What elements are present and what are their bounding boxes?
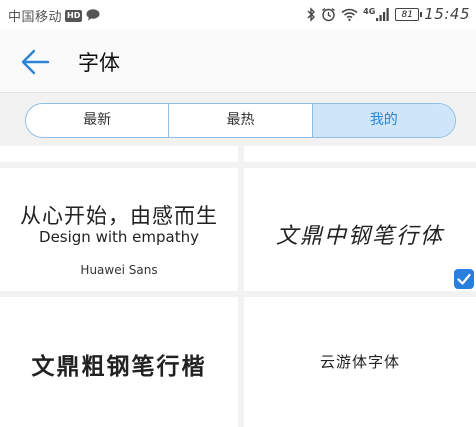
status-bar: 中国移动 HD 4G 81 15:45 — [0, 0, 476, 30]
alarm-icon — [321, 7, 336, 22]
status-right: 4G 81 15:45 — [307, 5, 470, 23]
tab-newest[interactable]: 最新 — [26, 104, 170, 137]
wifi-icon — [341, 8, 358, 21]
font-preview: 文鼎中钢笔行体 — [275, 224, 444, 249]
font-name: Huawei Sans — [80, 263, 158, 277]
font-preview: 文鼎粗钢笔行楷 — [31, 353, 207, 380]
bluetooth-icon — [307, 6, 316, 22]
back-button[interactable] — [20, 48, 52, 76]
app-header: 字体 — [0, 30, 476, 93]
page-title: 字体 — [78, 51, 120, 75]
arrow-left-icon — [21, 49, 50, 75]
tab-popular[interactable]: 最热 — [169, 104, 313, 137]
tab-bar: 最新 最热 我的 — [25, 103, 456, 138]
font-card-partial[interactable] — [244, 146, 476, 162]
clock: 15:45 — [424, 5, 470, 23]
carrier-label: 中国移动 — [8, 10, 63, 25]
checkmark-icon — [457, 273, 471, 285]
font-card-wending-zhong-gangbi[interactable]: 文鼎中钢笔行体 — [244, 168, 476, 291]
font-card-partial[interactable] — [0, 146, 238, 162]
font-preview-line2: Design with empathy — [39, 228, 199, 246]
signal-icon — [376, 7, 390, 21]
font-preview: 云游体字体 — [319, 353, 400, 371]
tab-mine[interactable]: 我的 — [312, 104, 455, 137]
hd-badge: HD — [65, 9, 83, 22]
font-card-huawei-sans[interactable]: 从心开始，由感而生 Design with empathy Huawei San… — [0, 168, 238, 291]
chat-icon — [85, 6, 100, 25]
network-type-label: 4G — [363, 6, 376, 16]
font-card-wending-cu-gangbi[interactable]: 文鼎粗钢笔行楷 — [0, 297, 238, 427]
font-preview-line1: 从心开始，由感而生 — [20, 204, 218, 228]
font-card-yunyou[interactable]: 云游体字体 — [244, 297, 476, 427]
selected-checkbox[interactable] — [454, 269, 474, 289]
status-left: 中国移动 HD — [8, 6, 100, 25]
battery-icon: 81 — [395, 7, 423, 21]
